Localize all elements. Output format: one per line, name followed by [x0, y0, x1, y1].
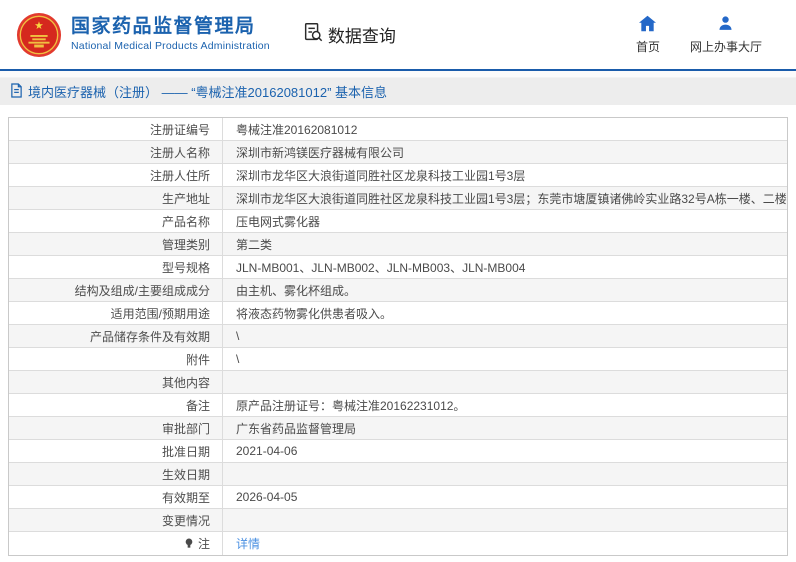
row-value: 深圳市新鸿镁医疗器械有限公司	[223, 141, 787, 163]
lightbulb-icon	[184, 537, 194, 550]
national-emblem-logo: ★	[16, 12, 62, 58]
row-label: 注	[9, 532, 223, 555]
nav-online-hall-label: 网上办事大厅	[690, 38, 762, 55]
row-value: 深圳市龙华区大浪街道同胜社区龙泉科技工业园1号3层；东莞市塘厦镇诸佛岭实业路32…	[223, 187, 787, 209]
detail-link[interactable]: 详情	[236, 535, 260, 552]
table-row: 注册人名称深圳市新鸿镁医疗器械有限公司	[9, 141, 787, 164]
table-row: 产品储存条件及有效期 \	[9, 325, 787, 348]
row-value: \	[223, 348, 787, 370]
row-value: 深圳市龙华区大浪街道同胜社区龙泉科技工业园1号3层	[223, 164, 787, 186]
row-label-text: 管理类别	[162, 236, 210, 253]
header-gap	[0, 71, 796, 78]
row-label-text: 产品名称	[162, 213, 210, 230]
table-row: 产品名称压电网式雾化器	[9, 210, 787, 233]
row-label: 附件	[9, 348, 223, 370]
row-label-text: 适用范围/预期用途	[111, 305, 210, 322]
table-row: 型号规格 JLN-MB001、JLN-MB002、JLN-MB003、JLN-MB…	[9, 256, 787, 279]
page-document-icon	[10, 83, 23, 101]
row-label-text: 型号规格	[162, 259, 210, 276]
row-label: 其他内容	[9, 371, 223, 393]
table-row: 注册人住所深圳市龙华区大浪街道同胜社区龙泉科技工业园1号3层	[9, 164, 787, 187]
row-label-text: 批准日期	[162, 443, 210, 460]
row-value: 第二类	[223, 233, 787, 255]
row-value: 2026-04-05	[223, 486, 787, 508]
row-label-text: 有效期至	[162, 489, 210, 506]
row-label: 备注	[9, 394, 223, 416]
row-label-text: 其他内容	[162, 374, 210, 391]
row-label-text: 结构及组成/主要组成成分	[75, 282, 210, 299]
row-label-text: 审批部门	[162, 420, 210, 437]
row-value: JLN-MB001、JLN-MB002、JLN-MB003、JLN-MB004	[223, 256, 787, 278]
row-value: 2021-04-06	[223, 440, 787, 462]
nav-online-hall[interactable]: 网上办事大厅	[690, 15, 762, 55]
table-row: 批准日期 2021-04-06	[9, 440, 787, 463]
site-title: 国家药品监督管理局	[71, 17, 270, 38]
row-label: 适用范围/预期用途	[9, 302, 223, 324]
row-value: 由主机、雾化杯组成。	[223, 279, 787, 301]
row-label-text: 注册证编号	[150, 121, 210, 138]
table-row: 注 详情	[9, 532, 787, 555]
data-query-label: 数据查询	[328, 22, 396, 47]
row-label: 有效期至	[9, 486, 223, 508]
table-row: 有效期至 2026-04-05	[9, 486, 787, 509]
user-icon	[717, 15, 734, 35]
row-label: 产品名称	[9, 210, 223, 232]
row-label-text: 变更情况	[162, 512, 210, 529]
row-label-text: 产品储存条件及有效期	[90, 328, 210, 345]
svg-text:★: ★	[34, 20, 43, 32]
row-value	[223, 463, 787, 485]
row-label-text: 注册人名称	[150, 144, 210, 161]
breadcrumb-text: 境内医疗器械（注册） —— “粤械注准20162081012” 基本信息	[28, 82, 387, 101]
row-label: 产品储存条件及有效期	[9, 325, 223, 347]
row-label: 注册人名称	[9, 141, 223, 163]
brand-titles: 国家药品监督管理局 National Medical Products Admi…	[71, 17, 270, 52]
row-value: 原产品注册证号：粤械注准20162231012。	[223, 394, 787, 416]
header-nav: 首页 网上办事大厅	[636, 15, 762, 55]
row-label: 审批部门	[9, 417, 223, 439]
data-query-tab[interactable]: 数据查询	[302, 21, 396, 48]
row-value: 详情	[223, 532, 787, 555]
row-label: 管理类别	[9, 233, 223, 255]
table-row: 适用范围/预期用途将液态药物雾化供患者吸入。	[9, 302, 787, 325]
row-label-text: 生产地址	[162, 190, 210, 207]
table-row: 生产地址深圳市龙华区大浪街道同胜社区龙泉科技工业园1号3层；东莞市塘厦镇诸佛岭实…	[9, 187, 787, 210]
row-value: 广东省药品监督管理局	[223, 417, 787, 439]
row-label: 结构及组成/主要组成成分	[9, 279, 223, 301]
site-header: ★ 国家药品监督管理局 National Medical Products Ad…	[0, 0, 796, 71]
table-row: 注册证编号粤械注准20162081012	[9, 118, 787, 141]
table-row: 审批部门广东省药品监督管理局	[9, 417, 787, 440]
row-value: 将液态药物雾化供患者吸入。	[223, 302, 787, 324]
table-row: 管理类别第二类	[9, 233, 787, 256]
row-label-text: 备注	[186, 397, 210, 414]
nav-home-label: 首页	[636, 38, 660, 55]
table-row: 结构及组成/主要组成成分由主机、雾化杯组成。	[9, 279, 787, 302]
row-value: 粤械注准20162081012	[223, 118, 787, 140]
table-row: 变更情况	[9, 509, 787, 532]
row-label: 批准日期	[9, 440, 223, 462]
row-value	[223, 509, 787, 531]
home-icon	[638, 15, 657, 35]
row-value: 压电网式雾化器	[223, 210, 787, 232]
row-label: 生效日期	[9, 463, 223, 485]
nav-home[interactable]: 首页	[636, 15, 660, 55]
row-label-text: 附件	[186, 351, 210, 368]
row-label: 生产地址	[9, 187, 223, 209]
table-row: 生效日期	[9, 463, 787, 486]
row-label-text: 生效日期	[162, 466, 210, 483]
row-label-text: 注册人住所	[150, 167, 210, 184]
info-table: 注册证编号粤械注准20162081012注册人名称深圳市新鸿镁医疗器械有限公司注…	[8, 117, 788, 556]
row-label-text: 注	[198, 535, 210, 552]
table-row: 备注原产品注册证号：粤械注准20162231012。	[9, 394, 787, 417]
row-label: 变更情况	[9, 509, 223, 531]
document-search-icon	[302, 21, 324, 48]
row-value: \	[223, 325, 787, 347]
row-value	[223, 371, 787, 393]
row-label: 型号规格	[9, 256, 223, 278]
row-label: 注册证编号	[9, 118, 223, 140]
breadcrumb: 境内医疗器械（注册） —— “粤械注准20162081012” 基本信息	[0, 78, 796, 105]
table-row: 其他内容	[9, 371, 787, 394]
row-label: 注册人住所	[9, 164, 223, 186]
table-row: 附件 \	[9, 348, 787, 371]
site-subtitle: National Medical Products Administration	[71, 41, 270, 53]
